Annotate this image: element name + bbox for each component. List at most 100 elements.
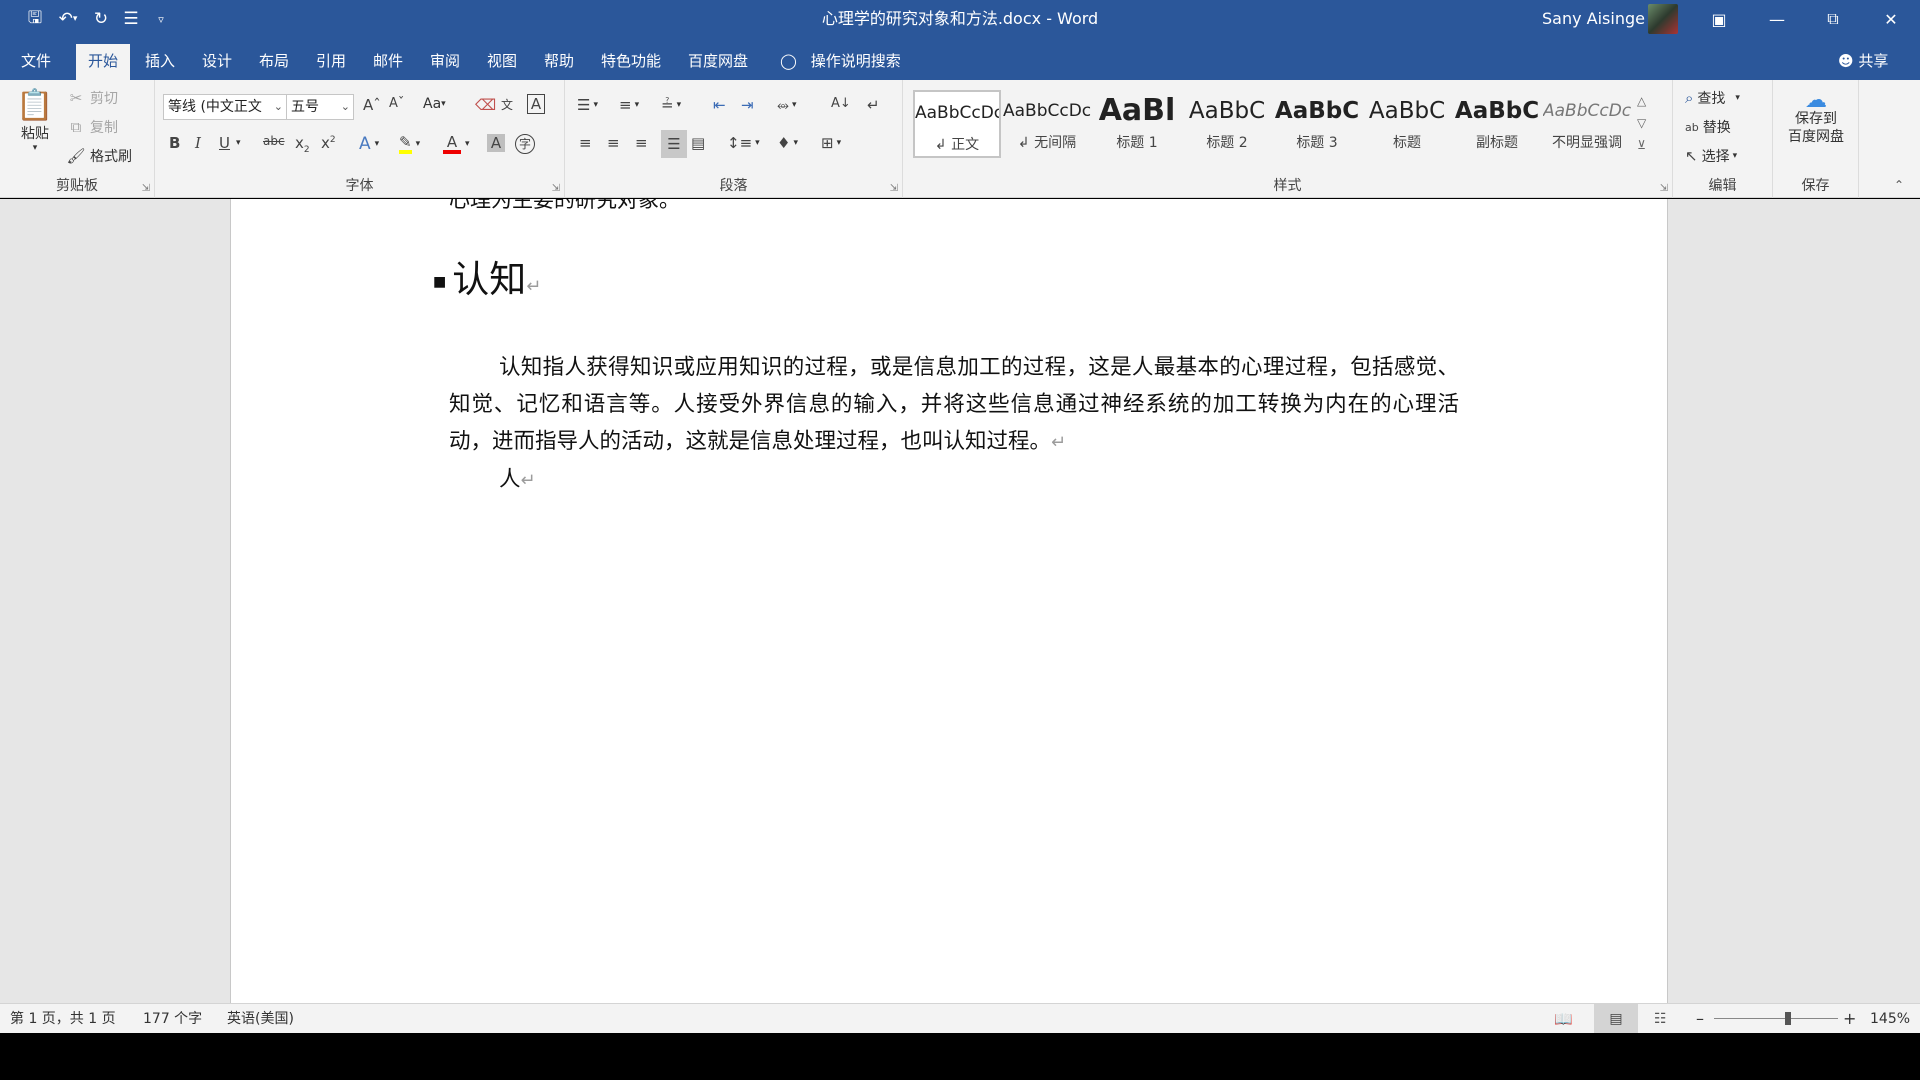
change-case-button[interactable]: Aa ▾	[423, 96, 446, 112]
zoom-out-icon[interactable]: –	[1696, 1004, 1704, 1034]
font-color-button[interactable]: A ▾	[443, 134, 470, 154]
chinese-layout-button[interactable]: ⥈ ▾	[777, 96, 797, 114]
character-shading-button[interactable]: A	[487, 134, 505, 152]
language-indicator[interactable]: 英语(美国)	[227, 1004, 294, 1034]
avatar[interactable]	[1648, 4, 1678, 34]
paste-button[interactable]: 📋 粘贴 ▾	[14, 88, 56, 153]
style-no-spacing[interactable]: AaBbCcDc ↲ 无间隔	[1003, 90, 1091, 158]
zoom-thumb[interactable]	[1785, 1012, 1791, 1025]
shrink-font-button[interactable]: Aˇ	[389, 96, 404, 111]
shading-button[interactable]: ♦ ▾	[777, 134, 798, 152]
justify-button[interactable]: ☰	[661, 130, 687, 158]
style-subtitle[interactable]: AaBbC 副标题	[1453, 90, 1541, 158]
word-count[interactable]: 177 个字	[143, 1004, 202, 1034]
bullets-button[interactable]: ☰ ▾	[577, 96, 598, 114]
align-center-button[interactable]: ≡	[607, 134, 620, 152]
highlighter-icon: ✎	[399, 134, 412, 154]
style-preview: AaBbCcDc	[1003, 101, 1091, 121]
ribbon-display-options-icon[interactable]: ▣	[1690, 0, 1748, 38]
tab-baidu-netdisk[interactable]: 百度网盘	[676, 44, 760, 80]
save-to-baidu-button[interactable]: ☁ 保存到 百度网盘	[1779, 90, 1853, 146]
grow-font-button[interactable]: Aˆ	[363, 96, 381, 114]
zoom-slider[interactable]	[1714, 1004, 1838, 1034]
bold-button[interactable]: B	[169, 134, 180, 152]
styles-scroll[interactable]: △ ▽ ⊻	[1637, 90, 1646, 156]
save-icon[interactable]: 🖫	[20, 0, 50, 38]
cut-button[interactable]: ✂ 剪切	[66, 88, 118, 108]
collapse-ribbon-icon[interactable]: ⌃	[1894, 178, 1904, 192]
select-button[interactable]: ↖ 选择 ▾	[1685, 146, 1737, 166]
style-heading-1[interactable]: AaBl 标题 1	[1093, 90, 1181, 158]
borders-button[interactable]: ⊞ ▾	[821, 134, 841, 152]
read-mode-icon[interactable]: 📖	[1554, 1004, 1573, 1034]
strikethrough-icon: abc	[263, 134, 285, 148]
redo-icon[interactable]: ↻	[86, 0, 116, 38]
tab-help[interactable]: 帮助	[532, 44, 586, 80]
distributed-button[interactable]: ▤	[691, 134, 705, 152]
style-heading-2[interactable]: AaBbC 标题 2	[1183, 90, 1271, 158]
undo-icon[interactable]: ↶ ▾	[50, 0, 86, 38]
align-right-button[interactable]: ≡	[635, 134, 648, 152]
enclose-characters-button[interactable]: 字	[515, 134, 535, 154]
minimize-icon[interactable]: —	[1748, 0, 1806, 38]
dialog-launcher-icon[interactable]: ⇲	[1660, 183, 1668, 194]
multilevel-list-button[interactable]: ≟ ▾	[661, 96, 681, 114]
chevron-up-icon[interactable]: △	[1637, 90, 1646, 112]
style-normal[interactable]: AaBbCcDc ↲ 正文	[913, 90, 1001, 158]
restore-icon[interactable]: ⧉	[1804, 0, 1862, 38]
dialog-launcher-icon[interactable]: ⇲	[142, 183, 150, 194]
tab-special-features[interactable]: 特色功能	[589, 44, 673, 80]
chevron-down-icon[interactable]: ▽	[1637, 112, 1646, 134]
dialog-launcher-icon[interactable]: ⇲	[890, 183, 898, 194]
tab-mailings[interactable]: 邮件	[361, 44, 415, 80]
tab-insert[interactable]: 插入	[133, 44, 187, 80]
zoom-in-icon[interactable]: +	[1843, 1004, 1856, 1034]
user-name[interactable]: Sany Aisinge	[1542, 0, 1645, 38]
document-page[interactable]: 心理为主要的研究对象。 ■ 认知↵ 认知指人获得知识或应用知识的过程，或是信息加工…	[230, 199, 1668, 1003]
subscript-button[interactable]: x2	[295, 134, 310, 155]
tab-layout[interactable]: 布局	[247, 44, 301, 80]
tab-design[interactable]: 设计	[190, 44, 244, 80]
decrease-indent-button[interactable]: ⇤	[713, 96, 726, 114]
tell-me-search[interactable]: ◯ 操作说明搜索	[768, 44, 913, 80]
numbering-button[interactable]: ≡ ▾	[619, 96, 639, 114]
underline-button[interactable]: U ▾	[219, 134, 241, 152]
tab-review[interactable]: 审阅	[418, 44, 472, 80]
sort-button[interactable]: A↓	[831, 96, 851, 111]
font-size-combo[interactable]: 五号 ⌄	[286, 94, 354, 120]
web-layout-icon[interactable]: ☷	[1654, 1004, 1667, 1034]
customize-icon[interactable]: ▿	[146, 0, 176, 38]
replace-button[interactable]: ab 替换	[1685, 117, 1731, 137]
show-hide-marks-button[interactable]: ↵	[867, 96, 880, 114]
format-painter-button[interactable]: 🖌 格式刷	[66, 146, 132, 166]
phonetic-guide-button[interactable]: 文	[501, 96, 513, 113]
page-count[interactable]: 第 1 页，共 1 页	[10, 1004, 116, 1034]
increase-indent-button[interactable]: ⇥	[741, 96, 754, 114]
touch-mode-icon[interactable]: ☰	[116, 0, 146, 38]
clear-formatting-button[interactable]: ⌫	[475, 96, 496, 114]
character-border-button[interactable]: A	[527, 94, 545, 114]
strikethrough-button[interactable]: abc	[263, 134, 285, 148]
copy-button[interactable]: ⧉ 复制	[66, 117, 118, 137]
close-icon[interactable]: ✕	[1862, 0, 1920, 38]
italic-button[interactable]: I	[195, 134, 201, 152]
tab-home[interactable]: 开始	[76, 44, 131, 80]
zoom-level[interactable]: 145%	[1870, 1004, 1910, 1034]
font-name-combo[interactable]: 等线 (中文正文 ⌄	[163, 94, 287, 120]
style-title[interactable]: AaBbC 标题	[1363, 90, 1451, 158]
share-button[interactable]: ☻ 共享	[1838, 44, 1888, 80]
text-effects-button[interactable]: A ▾	[359, 134, 379, 154]
style-heading-3[interactable]: AaBbC 标题 3	[1273, 90, 1361, 158]
tab-references[interactable]: 引用	[304, 44, 358, 80]
more-styles-icon[interactable]: ⊻	[1637, 134, 1646, 156]
align-left-button[interactable]: ≡	[579, 134, 592, 152]
tab-file[interactable]: 文件	[9, 44, 63, 80]
line-spacing-button[interactable]: ↕≡ ▾	[727, 134, 760, 152]
tab-view[interactable]: 视图	[475, 44, 529, 80]
find-button[interactable]: ⌕ 查找 ▾	[1685, 88, 1740, 108]
dialog-launcher-icon[interactable]: ⇲	[552, 183, 560, 194]
style-subtle-emphasis[interactable]: AaBbCcDc 不明显强调	[1543, 90, 1631, 158]
superscript-button[interactable]: x2	[321, 134, 336, 152]
highlight-color-button[interactable]: ✎ ▾	[399, 134, 420, 154]
print-layout-icon[interactable]: ▤	[1594, 1004, 1638, 1034]
